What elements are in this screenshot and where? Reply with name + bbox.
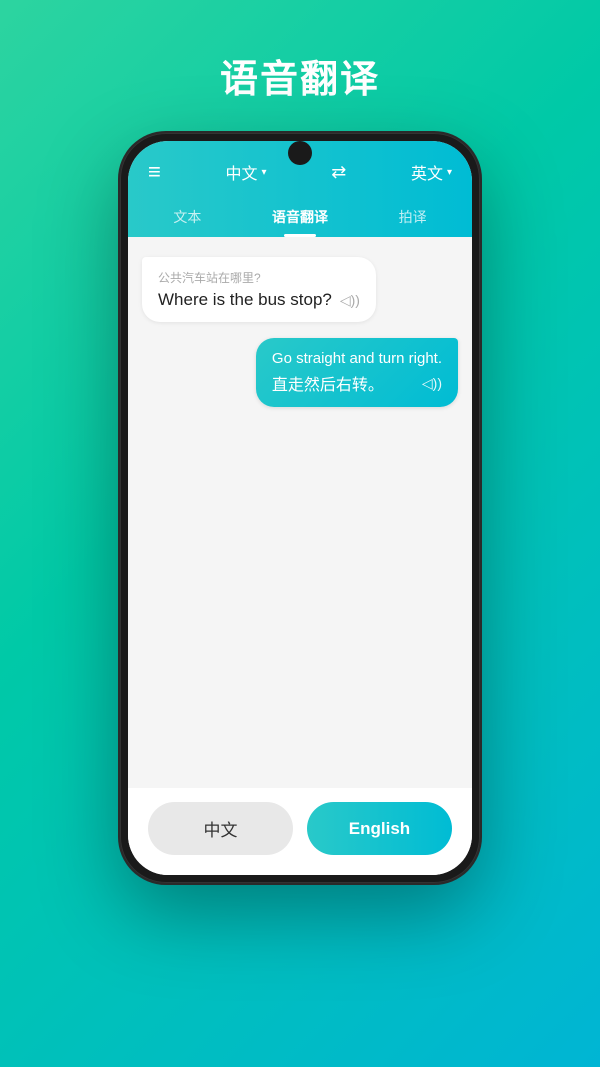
bottom-bar: 中文 English <box>128 788 472 875</box>
chinese-button[interactable]: 中文 <box>148 802 293 855</box>
bubble-right-subtext: 直走然后右转。 <box>272 371 384 395</box>
lang-left-chevron: ▾ <box>262 167 267 178</box>
sound-icon-right[interactable]: ◁)) <box>422 375 442 392</box>
phone-notch <box>288 141 312 165</box>
english-button[interactable]: English <box>307 802 452 855</box>
tab-voice-translate[interactable]: 语音翻译 <box>256 199 344 237</box>
bubble-left-subtext: 公共汽车站在哪里? <box>158 269 360 286</box>
swap-languages-icon[interactable]: ⇄ <box>331 162 346 183</box>
lang-left-label: 中文 <box>226 160 258 184</box>
phone-screen: ≡ 中文 ▾ ⇄ 英文 ▾ 文本 语音翻译 拍译 <box>128 141 472 875</box>
tab-text[interactable]: 文本 <box>157 199 217 237</box>
lang-left-selector[interactable]: 中文 ▾ <box>226 160 267 184</box>
sound-icon-left[interactable]: ◁)) <box>340 292 360 309</box>
bubble-right-maintext: Go straight and turn right. <box>272 350 442 367</box>
lang-right-label: 英文 <box>411 160 443 184</box>
bubble-right-bottom-row: 直走然后右转。 ◁)) <box>272 371 442 395</box>
chat-area: 公共汽车站在哪里? Where is the bus stop? ◁)) Go … <box>128 237 472 788</box>
page-title: 语音翻译 <box>220 48 380 103</box>
lang-right-selector[interactable]: 英文 ▾ <box>411 160 452 184</box>
tab-bar: 文本 语音翻译 拍译 <box>128 199 472 237</box>
tab-photo-translate[interactable]: 拍译 <box>383 199 443 237</box>
message-bubble-right: Go straight and turn right. 直走然后右转。 ◁)) <box>256 338 458 407</box>
lang-right-chevron: ▾ <box>447 167 452 178</box>
phone-frame: ≡ 中文 ▾ ⇄ 英文 ▾ 文本 语音翻译 拍译 <box>120 133 480 883</box>
menu-icon[interactable]: ≡ <box>148 159 161 185</box>
message-bubble-left: 公共汽车站在哪里? Where is the bus stop? ◁)) <box>142 257 376 322</box>
bubble-left-maintext: Where is the bus stop? ◁)) <box>158 290 360 310</box>
